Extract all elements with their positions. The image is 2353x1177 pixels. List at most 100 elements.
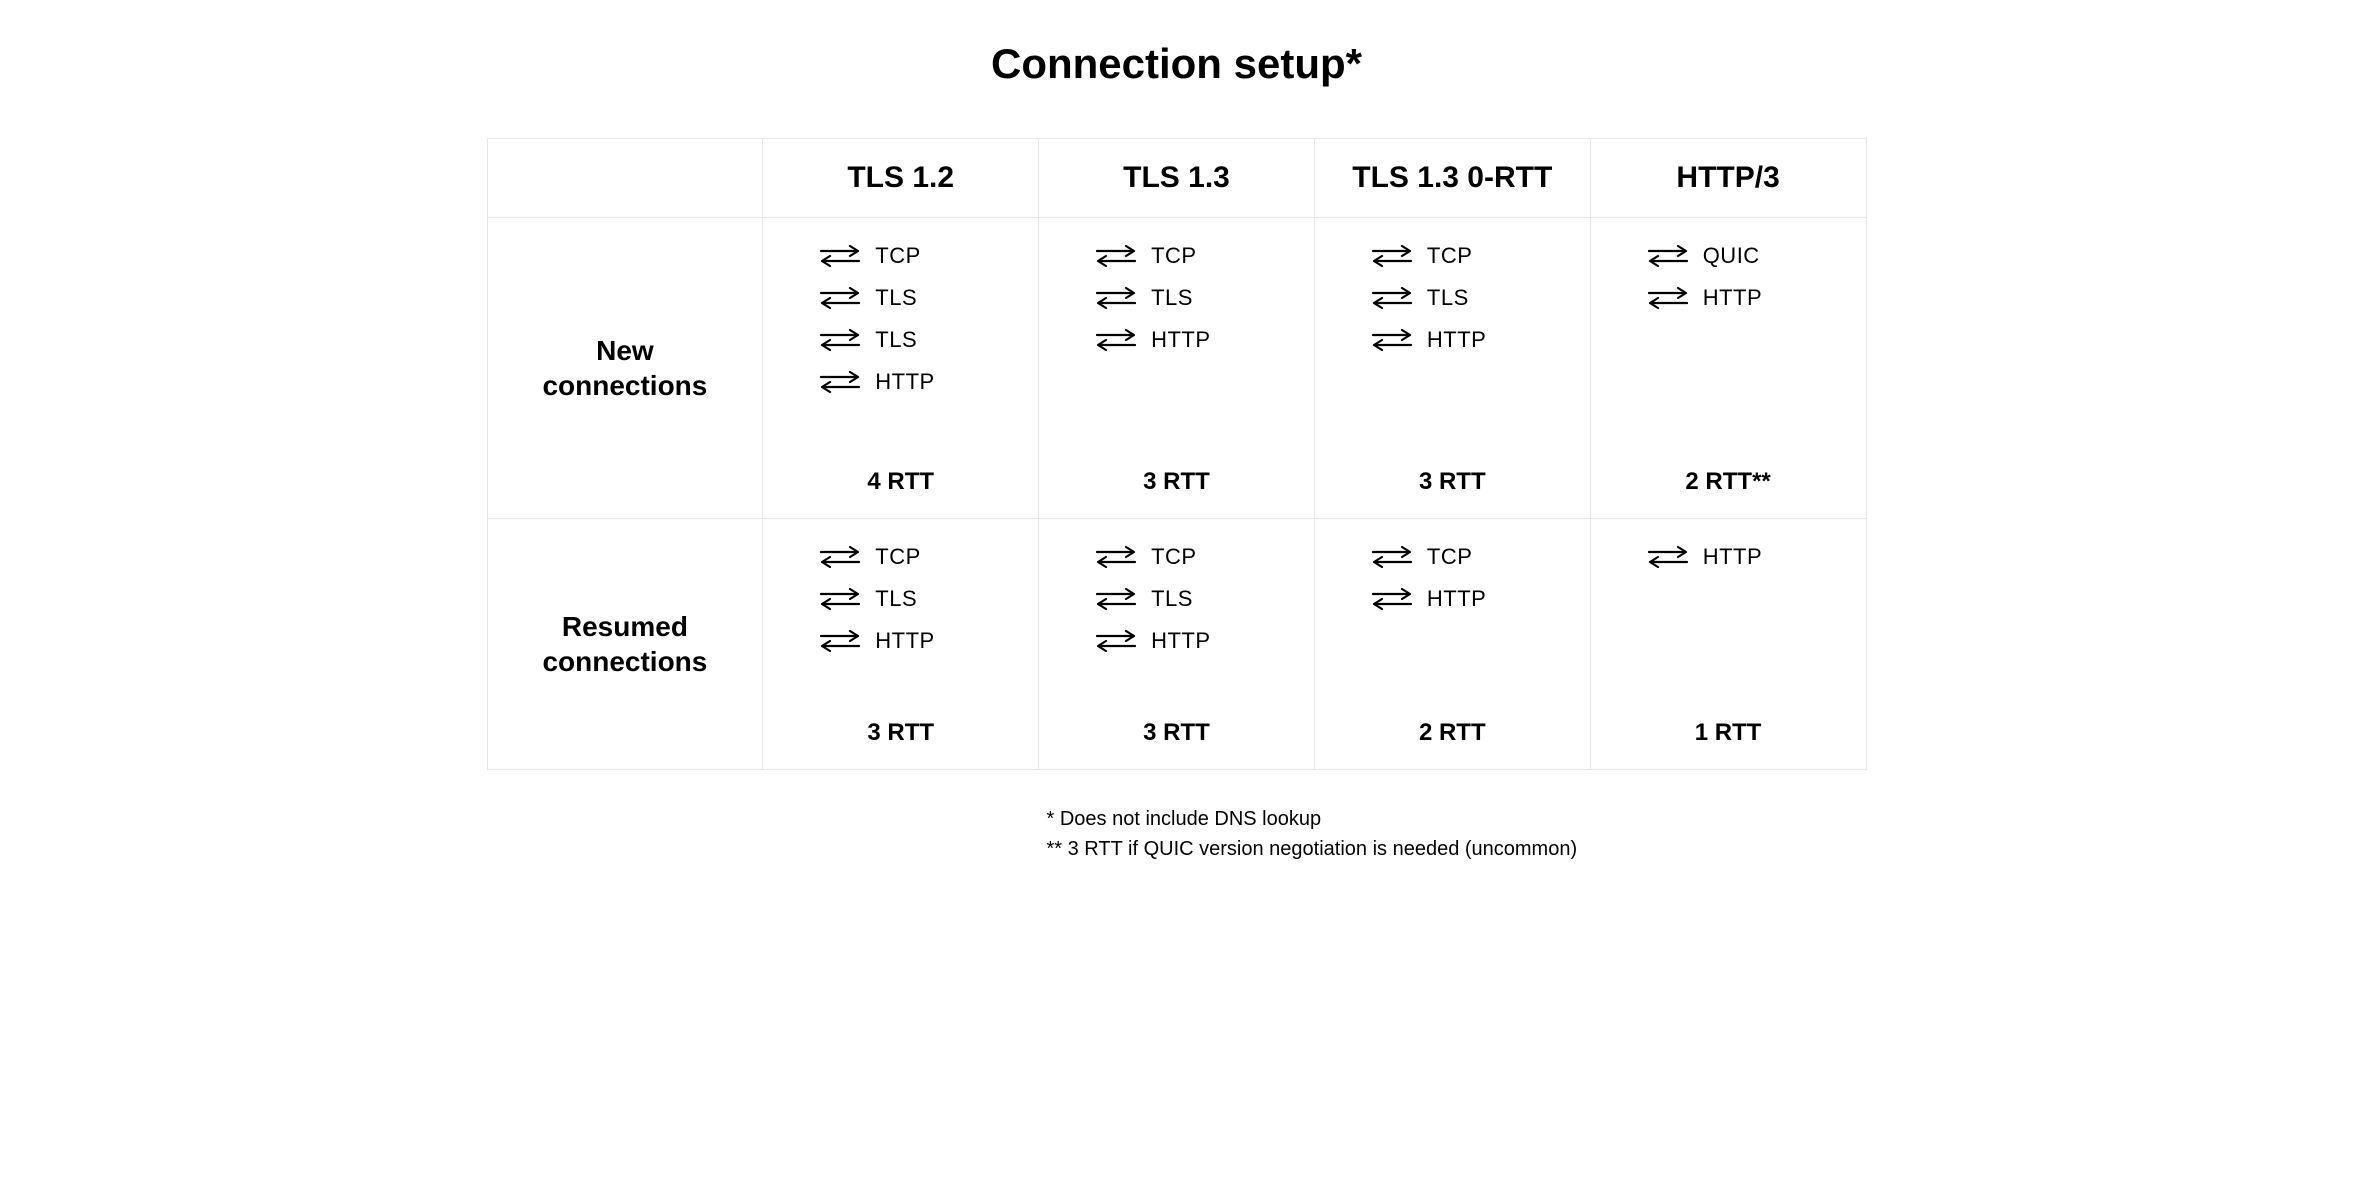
step-label: TCP <box>1427 544 1473 570</box>
rtt-value: 2 RTT** <box>1611 468 1846 496</box>
bidirectional-arrow-icon <box>817 543 863 571</box>
bidirectional-arrow-icon <box>1093 585 1139 613</box>
bidirectional-arrow-icon <box>817 284 863 312</box>
step-item: HTTP <box>783 627 1018 655</box>
rtt-value: 3 RTT <box>1059 719 1294 747</box>
step-list: TCP TLS HTTP <box>1059 242 1294 442</box>
step-label: TLS <box>875 285 917 311</box>
bidirectional-arrow-icon <box>1369 242 1415 270</box>
table-row: New connections TCP TLS <box>487 218 1866 519</box>
cell-new-tls12: TCP TLS TLS HTTP <box>763 218 1039 519</box>
step-list: TCP TLS HTTP <box>783 543 1018 693</box>
bidirectional-arrow-icon <box>1369 284 1415 312</box>
table-corner-cell <box>487 139 763 218</box>
step-label: HTTP <box>1703 544 1762 570</box>
step-label: TLS <box>1151 586 1193 612</box>
step-item: TCP <box>783 242 1018 270</box>
row-header-label: New <box>500 333 751 368</box>
step-list: TCP TLS HTTP <box>1335 242 1570 442</box>
step-label: HTTP <box>875 369 934 395</box>
diagram-title: Connection setup* <box>487 40 1867 88</box>
step-label: HTTP <box>1427 586 1486 612</box>
rtt-value: 3 RTT <box>1059 468 1294 496</box>
column-header-tls13: TLS 1.3 <box>1039 139 1315 218</box>
step-item: TLS <box>783 326 1018 354</box>
bidirectional-arrow-icon <box>1093 284 1139 312</box>
bidirectional-arrow-icon <box>1645 543 1691 571</box>
step-item: TLS <box>1059 284 1294 312</box>
column-header-http3: HTTP/3 <box>1590 139 1866 218</box>
bidirectional-arrow-icon <box>1645 242 1691 270</box>
row-header-label: Resumed <box>500 609 751 644</box>
step-item: TLS <box>1059 585 1294 613</box>
bidirectional-arrow-icon <box>1093 326 1139 354</box>
row-header-new-connections: New connections <box>487 218 763 519</box>
connection-setup-table: TLS 1.2 TLS 1.3 TLS 1.3 0-RTT HTTP/3 New… <box>487 138 1867 770</box>
bidirectional-arrow-icon <box>1369 543 1415 571</box>
step-item: HTTP <box>783 368 1018 396</box>
step-label: TLS <box>1151 285 1193 311</box>
step-item: HTTP <box>1611 543 1846 571</box>
step-item: QUIC <box>1611 242 1846 270</box>
step-item: TCP <box>1335 242 1570 270</box>
footnote-line: * Does not include DNS lookup <box>1047 804 1867 834</box>
table-row: Resumed connections TCP TLS <box>487 519 1866 770</box>
rtt-value: 3 RTT <box>783 719 1018 747</box>
step-item: TLS <box>1335 284 1570 312</box>
cell-resumed-tls13-0rtt: TCP HTTP 2 RTT <box>1314 519 1590 770</box>
step-label: TLS <box>1427 285 1469 311</box>
step-item: HTTP <box>1059 627 1294 655</box>
step-item: HTTP <box>1611 284 1846 312</box>
step-label: TCP <box>1151 544 1197 570</box>
step-list: TCP TLS TLS HTTP <box>783 242 1018 442</box>
row-header-resumed-connections: Resumed connections <box>487 519 763 770</box>
step-label: TLS <box>875 586 917 612</box>
cell-resumed-http3: HTTP 1 RTT <box>1590 519 1866 770</box>
cell-new-tls13: TCP TLS HTTP 3 RTT <box>1039 218 1315 519</box>
cell-resumed-tls13: TCP TLS HTTP 3 RTT <box>1039 519 1315 770</box>
bidirectional-arrow-icon <box>817 585 863 613</box>
step-item: TCP <box>1059 543 1294 571</box>
rtt-value: 4 RTT <box>783 468 1018 496</box>
row-header-label: connections <box>500 368 751 403</box>
bidirectional-arrow-icon <box>1369 585 1415 613</box>
step-list: TCP TLS HTTP <box>1059 543 1294 693</box>
cell-new-tls13-0rtt: TCP TLS HTTP 3 RTT <box>1314 218 1590 519</box>
step-label: TCP <box>875 243 921 269</box>
rtt-value: 1 RTT <box>1611 719 1846 747</box>
step-label: QUIC <box>1703 243 1760 269</box>
step-list: HTTP <box>1611 543 1846 693</box>
bidirectional-arrow-icon <box>817 627 863 655</box>
step-label: TCP <box>1427 243 1473 269</box>
step-label: HTTP <box>1703 285 1762 311</box>
footnotes: * Does not include DNS lookup ** 3 RTT i… <box>487 804 1867 864</box>
bidirectional-arrow-icon <box>1645 284 1691 312</box>
bidirectional-arrow-icon <box>1093 242 1139 270</box>
step-item: HTTP <box>1059 326 1294 354</box>
row-header-label: connections <box>500 644 751 679</box>
step-item: TCP <box>783 543 1018 571</box>
bidirectional-arrow-icon <box>1093 543 1139 571</box>
rtt-value: 3 RTT <box>1335 468 1570 496</box>
step-label: HTTP <box>1151 327 1210 353</box>
step-item: TLS <box>783 585 1018 613</box>
cell-resumed-tls12: TCP TLS HTTP 3 RTT <box>763 519 1039 770</box>
bidirectional-arrow-icon <box>817 242 863 270</box>
bidirectional-arrow-icon <box>1093 627 1139 655</box>
bidirectional-arrow-icon <box>817 326 863 354</box>
step-label: TCP <box>875 544 921 570</box>
step-label: TLS <box>875 327 917 353</box>
step-label: HTTP <box>1151 628 1210 654</box>
rtt-value: 2 RTT <box>1335 719 1570 747</box>
step-list: QUIC HTTP <box>1611 242 1846 442</box>
column-header-tls12: TLS 1.2 <box>763 139 1039 218</box>
step-label: HTTP <box>875 628 934 654</box>
step-list: TCP HTTP <box>1335 543 1570 693</box>
bidirectional-arrow-icon <box>1369 326 1415 354</box>
column-header-tls13-0rtt: TLS 1.3 0-RTT <box>1314 139 1590 218</box>
step-item: TLS <box>783 284 1018 312</box>
bidirectional-arrow-icon <box>817 368 863 396</box>
step-item: TCP <box>1059 242 1294 270</box>
step-item: HTTP <box>1335 326 1570 354</box>
cell-new-http3: QUIC HTTP 2 RTT** <box>1590 218 1866 519</box>
